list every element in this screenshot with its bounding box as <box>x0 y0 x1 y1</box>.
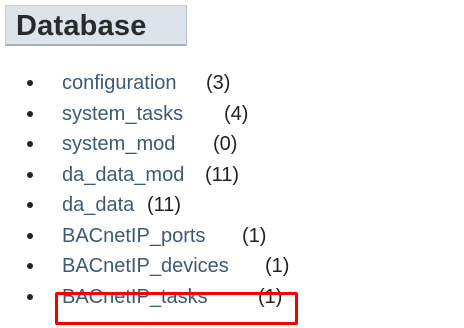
row-count: (3) <box>206 72 231 94</box>
bullet-icon <box>27 293 33 300</box>
table-link-bacnetip-ports[interactable]: BACnetIP_ports <box>62 225 205 247</box>
bullet-icon <box>27 141 33 147</box>
bullet-icon <box>27 80 33 86</box>
bullet-icon <box>27 202 33 208</box>
row-count: (1) <box>242 224 267 247</box>
row-count: (4) <box>224 102 249 125</box>
bullet-icon <box>27 171 33 178</box>
table-link-configuration[interactable]: configuration <box>62 72 177 94</box>
bullet-icon <box>27 232 33 239</box>
list-item: da_data_mod (11) <box>0 164 464 195</box>
list-item: system_tasks (4) <box>0 103 464 134</box>
table-link-bacnetip-tasks[interactable]: BACnetIP_tasks <box>62 286 208 308</box>
bullet-icon <box>27 110 33 117</box>
list-item: BACnetIP_ports (1) <box>0 225 464 256</box>
list-item: configuration (3) <box>0 72 464 103</box>
table-link-system-tasks[interactable]: system_tasks <box>62 103 183 125</box>
section-title: Database <box>16 10 147 42</box>
database-section-header: Database <box>5 5 187 46</box>
row-count: (11) <box>205 163 240 186</box>
row-count: (11) <box>147 194 182 216</box>
row-count: (1) <box>258 285 283 308</box>
list-item: system_mod (0) <box>0 133 464 164</box>
table-link-da-data-mod[interactable]: da_data_mod <box>62 164 184 186</box>
row-count: (1) <box>265 255 290 277</box>
table-link-system-mod[interactable]: system_mod <box>62 133 175 155</box>
database-table-list: configuration (3) system_tasks (4) syste… <box>0 72 464 316</box>
list-item: da_data (11) <box>0 194 464 225</box>
table-link-bacnetip-devices[interactable]: BACnetIP_devices <box>62 255 229 277</box>
list-item: BACnetIP_tasks (1) <box>0 286 464 317</box>
row-count: (0) <box>213 133 238 155</box>
bullet-icon <box>27 263 33 269</box>
table-link-da-data[interactable]: da_data <box>62 194 134 216</box>
list-item: BACnetIP_devices (1) <box>0 255 464 286</box>
